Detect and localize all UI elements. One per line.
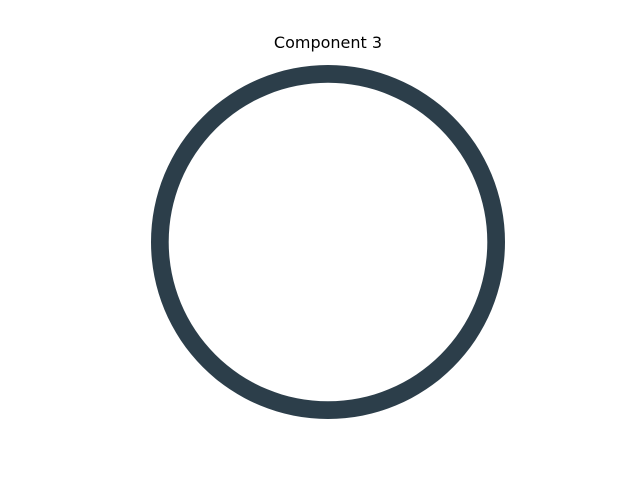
donut-slice-0 (151, 65, 505, 419)
figure: Component 3 (0, 0, 640, 480)
donut-chart (151, 65, 505, 419)
